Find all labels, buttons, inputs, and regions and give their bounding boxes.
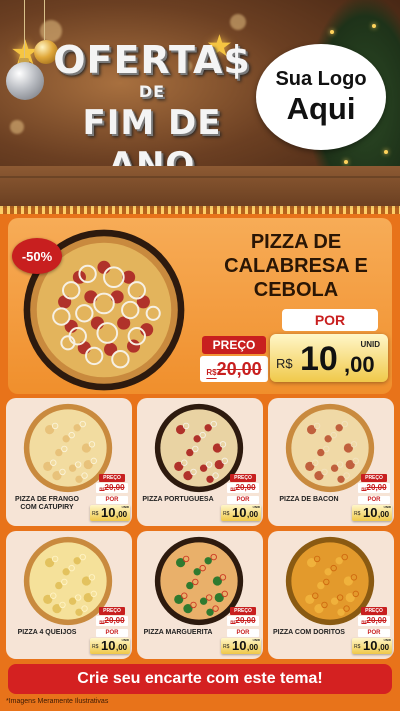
- por-label: POR: [227, 629, 259, 637]
- discount-badge: -50%: [12, 238, 62, 274]
- tree-light: [384, 150, 388, 154]
- product-name: PIZZA COM DORITOS: [273, 629, 345, 636]
- new-price-integer: 10: [232, 638, 247, 653]
- old-price: R$20,00: [227, 483, 259, 493]
- cta-button[interactable]: Crie seu encarte com este tema!: [8, 664, 392, 694]
- new-price-cents: ,00: [378, 510, 390, 519]
- old-price-value: 20,00: [104, 616, 125, 625]
- unit-label: UNID: [383, 505, 391, 509]
- old-price-value: 20,00: [366, 483, 387, 492]
- new-price-integer: 10: [232, 505, 247, 520]
- new-price-integer: 10: [101, 638, 116, 653]
- por-label: POR: [227, 496, 259, 504]
- new-price-cents: ,00: [378, 643, 390, 652]
- unit-label: UNID: [252, 505, 260, 509]
- old-price: R$20,00: [96, 483, 128, 493]
- tree-light: [372, 24, 376, 28]
- new-price-currency: R$: [223, 511, 230, 517]
- product-name: PIZZA PORTUGUESA: [142, 496, 214, 503]
- new-price-cents: ,00: [344, 352, 375, 377]
- old-price: R$20,00: [96, 616, 128, 626]
- bokeh-light: [10, 120, 24, 134]
- new-price-integer: 10: [101, 505, 116, 520]
- old-price-value: 20,00: [216, 359, 262, 379]
- old-price: R$20,00: [200, 356, 268, 382]
- unit-label: UNID: [121, 505, 129, 509]
- unit-label: UNID: [360, 340, 380, 349]
- new-price-currency: R$: [276, 356, 293, 371]
- product-name: PIZZA DE BACON: [279, 496, 339, 503]
- preco-label: PREÇO: [230, 607, 256, 615]
- product-card[interactable]: PIZZA DE BACON PREÇO R$20,00 POR R$ 10 ,…: [268, 398, 394, 526]
- por-label: POR: [282, 309, 378, 331]
- unit-label: UNID: [383, 638, 391, 642]
- preco-label: PREÇO: [99, 474, 125, 482]
- new-price: R$ 10 ,00 UNID: [90, 505, 130, 521]
- new-price-integer: 10: [300, 340, 338, 378]
- old-price-value: 20,00: [235, 483, 256, 492]
- preco-label: PREÇO: [230, 474, 256, 482]
- por-label: POR: [96, 629, 128, 637]
- logo-placeholder[interactable]: Sua Logo Aqui: [256, 44, 386, 150]
- new-price-cents: ,00: [247, 510, 259, 519]
- tree-light: [344, 160, 348, 164]
- product-name: PIZZA DE FRANGO COM CATUPIRY: [15, 496, 79, 511]
- new-price-currency: R$: [354, 511, 361, 517]
- por-label: POR: [358, 496, 390, 504]
- ornament-string: [24, 0, 25, 60]
- silver-ornament-icon: [6, 62, 44, 100]
- por-label: POR: [96, 496, 128, 504]
- preco-label: PREÇO: [361, 607, 387, 615]
- new-price-currency: R$: [223, 644, 230, 650]
- logo-line-2: Aqui: [286, 91, 356, 126]
- old-price-currency: R$: [206, 368, 217, 377]
- new-price: R$ 10 ,00 UNID: [90, 638, 130, 654]
- preco-label: PREÇO: [202, 336, 266, 354]
- preco-label: PREÇO: [99, 607, 125, 615]
- product-name: PIZZA MARGUERITA: [143, 629, 213, 636]
- product-card[interactable]: PIZZA COM DORITOS PREÇO R$20,00 POR R$ 1…: [268, 531, 394, 659]
- new-price-cents: ,00: [116, 643, 128, 652]
- por-label: POR: [358, 629, 390, 637]
- unit-label: UNID: [252, 638, 260, 642]
- header-banner: ★ ★ OFERTA$ DE FIM DE ANO Sua Logo Aqui: [0, 0, 400, 208]
- product-name: PIZZA 4 QUEIJOS: [17, 629, 77, 636]
- new-price-cents: ,00: [247, 643, 259, 652]
- product-card[interactable]: PIZZA MARGUERITA PREÇO R$20,00 POR R$ 10…: [137, 531, 263, 659]
- product-card[interactable]: PIZZA 4 QUEIJOS PREÇO R$20,00 POR R$ 10 …: [6, 531, 132, 659]
- preco-label: PREÇO: [361, 474, 387, 482]
- tree-light: [330, 30, 334, 34]
- new-price: UNID R$ 10 ,00: [270, 334, 388, 382]
- bokeh-light: [230, 14, 246, 30]
- headline-line-1: OFERTA$: [53, 38, 251, 82]
- new-price-integer: 10: [363, 505, 378, 520]
- product-card[interactable]: PIZZA PORTUGUESA PREÇO R$20,00 POR R$ 10…: [137, 398, 263, 526]
- disclaimer-text: *Imagens Meramente Ilustrativas: [6, 698, 109, 705]
- product-card[interactable]: PIZZA DE FRANGO COM CATUPIRY PREÇO R$20,…: [6, 398, 132, 526]
- headline-line-2: DE: [138, 82, 166, 101]
- unit-label: UNID: [121, 638, 129, 642]
- new-price-currency: R$: [92, 644, 99, 650]
- old-price: R$20,00: [227, 616, 259, 626]
- headline-title: OFERTA$ DE FIM DE ANO: [52, 38, 252, 186]
- old-price-value: 20,00: [104, 483, 125, 492]
- new-price: R$ 10 ,00 UNID: [221, 638, 261, 654]
- ornament-string: [44, 0, 45, 40]
- featured-product-title: PIZZA DE CALABRESA E CEBOLA: [224, 231, 368, 301]
- new-price-currency: R$: [354, 644, 361, 650]
- old-price: R$20,00: [358, 616, 390, 626]
- wood-table: [0, 166, 400, 208]
- old-price-value: 20,00: [366, 616, 387, 625]
- new-price: R$ 10 ,00 UNID: [352, 638, 392, 654]
- logo-line-1: Sua Logo: [275, 68, 367, 90]
- new-price-integer: 10: [363, 638, 378, 653]
- new-price-currency: R$: [92, 511, 99, 517]
- string-lights: [0, 206, 400, 214]
- new-price: R$ 10 ,00 UNID: [352, 505, 392, 521]
- new-price-cents: ,00: [116, 510, 128, 519]
- old-price: R$20,00: [358, 483, 390, 493]
- new-price: R$ 10 ,00 UNID: [221, 505, 261, 521]
- old-price-value: 20,00: [235, 616, 256, 625]
